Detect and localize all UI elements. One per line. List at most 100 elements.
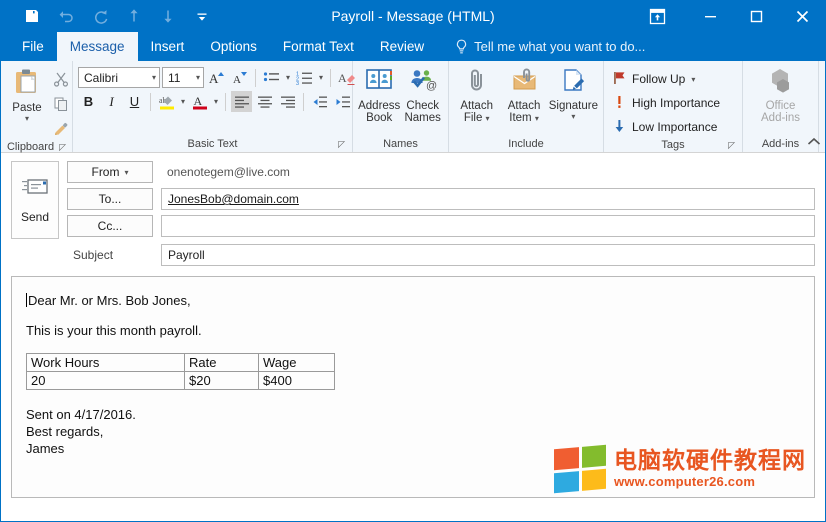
shrink-font-button[interactable]: A	[229, 67, 250, 88]
attach-item-caret-icon[interactable]: ▾	[535, 114, 539, 123]
previous-item-icon[interactable]	[117, 2, 151, 30]
tell-me-search[interactable]: Tell me what you want to do...	[437, 32, 645, 61]
font-size-caret-icon[interactable]: ▾	[196, 73, 200, 82]
numbering-caret-icon[interactable]: ▾	[317, 73, 325, 82]
tab-options[interactable]: Options	[197, 32, 270, 61]
table-row: 20 $20 $400	[27, 372, 335, 390]
tab-file[interactable]: File	[9, 32, 57, 61]
attach-item-label-line2: Item ▾	[509, 112, 539, 124]
text-highlight-color-button[interactable]: ab	[156, 91, 177, 112]
cc-button[interactable]: Cc...	[67, 215, 153, 237]
underline-button[interactable]: U	[124, 91, 145, 112]
paste-icon	[12, 67, 42, 100]
signature-button[interactable]: Signature ▾	[549, 65, 598, 121]
ribbon-group-names: Address Book @ Check Names	[353, 61, 449, 152]
font-family-caret-icon[interactable]: ▾	[152, 73, 156, 82]
italic-button[interactable]: I	[101, 91, 122, 112]
tab-review[interactable]: Review	[367, 32, 437, 61]
outlook-message-window: Payroll - Message (HTML) File Message In…	[0, 0, 826, 522]
attach-file-caret-icon[interactable]: ▾	[486, 114, 490, 123]
subject-label: Subject	[67, 244, 153, 266]
font-color-button[interactable]: A	[189, 91, 210, 112]
bold-label: B	[84, 94, 93, 109]
subject-value: Payroll	[168, 248, 205, 262]
maximize-button[interactable]	[733, 0, 779, 32]
format-painter-button[interactable]	[50, 118, 72, 140]
font-color-caret-icon[interactable]: ▾	[212, 97, 220, 106]
customize-quick-access-toolbar-icon[interactable]	[185, 2, 219, 30]
follow-up-button[interactable]: Follow Up ▾	[609, 68, 724, 90]
office-add-ins-button[interactable]: Office Add-ins	[750, 65, 812, 124]
collapse-ribbon-icon[interactable]	[807, 137, 821, 150]
to-field[interactable]: JonesBob@domain.com	[161, 188, 815, 210]
align-right-button[interactable]	[277, 91, 298, 112]
from-field[interactable]: onenotegem@live.com	[161, 161, 815, 183]
address-book-label-line1: Address	[358, 100, 400, 112]
follow-up-label: Follow Up	[632, 72, 685, 86]
check-names-button[interactable]: @ Check Names	[402, 65, 443, 124]
svg-text:A: A	[193, 94, 202, 108]
font-size-combobox[interactable]: 11 ▾	[162, 67, 204, 88]
ribbon-display-options-icon[interactable]	[637, 0, 677, 32]
address-book-button[interactable]: Address Book	[358, 65, 400, 124]
to-value: JonesBob@domain.com	[168, 192, 299, 206]
attach-file-button[interactable]: Attach File ▾	[454, 65, 499, 124]
tab-insert[interactable]: Insert	[138, 32, 198, 61]
send-button[interactable]: Send	[11, 161, 59, 239]
ribbon-group-clipboard-label: Clipboard ◸	[6, 140, 67, 155]
grow-font-button[interactable]: A	[206, 67, 227, 88]
to-button[interactable]: To...	[67, 188, 153, 210]
underline-label: U	[130, 94, 139, 109]
from-caret-icon[interactable]: ▾	[124, 168, 128, 177]
align-left-button[interactable]	[231, 91, 252, 112]
paste-dropdown-caret-icon[interactable]: ▾	[25, 115, 29, 123]
close-button[interactable]	[779, 0, 825, 32]
ribbon-group-basic-text-label: Basic Text ◸	[78, 137, 347, 152]
copy-button[interactable]	[50, 93, 72, 115]
basic-text-dialog-launcher-icon[interactable]: ◸	[338, 140, 345, 149]
compose-header: Send From ▾ onenotegem@live.com To... Jo…	[1, 153, 825, 272]
undo-icon[interactable]	[49, 2, 83, 30]
cc-field[interactable]	[161, 215, 815, 237]
tags-dialog-launcher-icon[interactable]: ◸	[728, 141, 735, 150]
from-button[interactable]: From ▾	[67, 161, 153, 183]
numbering-button[interactable]: 123	[294, 67, 315, 88]
high-importance-button[interactable]: High Importance	[609, 92, 724, 114]
center-button[interactable]	[254, 91, 275, 112]
address-book-icon	[364, 67, 394, 98]
bullets-caret-icon[interactable]: ▾	[284, 73, 292, 82]
attach-item-label-line1: Attach	[508, 100, 541, 112]
save-icon[interactable]	[15, 2, 49, 30]
tab-format-text[interactable]: Format Text	[270, 32, 367, 61]
message-body[interactable]: Dear Mr. or Mrs. Bob Jones, This is your…	[11, 276, 815, 498]
bullets-button[interactable]	[261, 67, 282, 88]
clipboard-dialog-launcher-icon[interactable]: ◸	[59, 143, 66, 152]
bold-button[interactable]: B	[78, 91, 99, 112]
tab-message[interactable]: Message	[57, 32, 138, 61]
attach-file-label-line1: Attach	[460, 100, 493, 112]
paste-button[interactable]: Paste ▾	[6, 65, 48, 123]
basic-text-label-text: Basic Text	[188, 137, 238, 152]
flag-icon	[613, 71, 626, 88]
redo-icon[interactable]	[83, 2, 117, 30]
next-item-icon[interactable]	[151, 2, 185, 30]
italic-label: I	[109, 94, 113, 110]
text-cursor	[26, 293, 27, 307]
table-header-row: Work Hours Rate Wage	[27, 354, 335, 372]
low-importance-button[interactable]: Low Importance	[609, 116, 724, 138]
cut-button[interactable]	[50, 68, 72, 90]
minimize-button[interactable]	[687, 0, 733, 32]
increase-indent-button[interactable]	[332, 91, 353, 112]
follow-up-caret-icon[interactable]: ▾	[691, 75, 695, 84]
font-family-combobox[interactable]: Calibri ▾	[78, 67, 160, 88]
table-header-wage: Wage	[259, 354, 335, 372]
body-sent-line: Sent on 4/17/2016.	[26, 406, 800, 423]
highlight-caret-icon[interactable]: ▾	[179, 97, 187, 106]
decrease-indent-button[interactable]	[309, 91, 330, 112]
subject-field[interactable]: Payroll	[161, 244, 815, 266]
lightbulb-icon	[455, 39, 468, 55]
table-cell-rate: $20	[185, 372, 259, 390]
office-add-ins-label-line1: Office	[766, 100, 796, 112]
signature-caret-icon[interactable]: ▾	[571, 113, 575, 121]
attach-item-button[interactable]: Attach Item ▾	[501, 65, 546, 124]
